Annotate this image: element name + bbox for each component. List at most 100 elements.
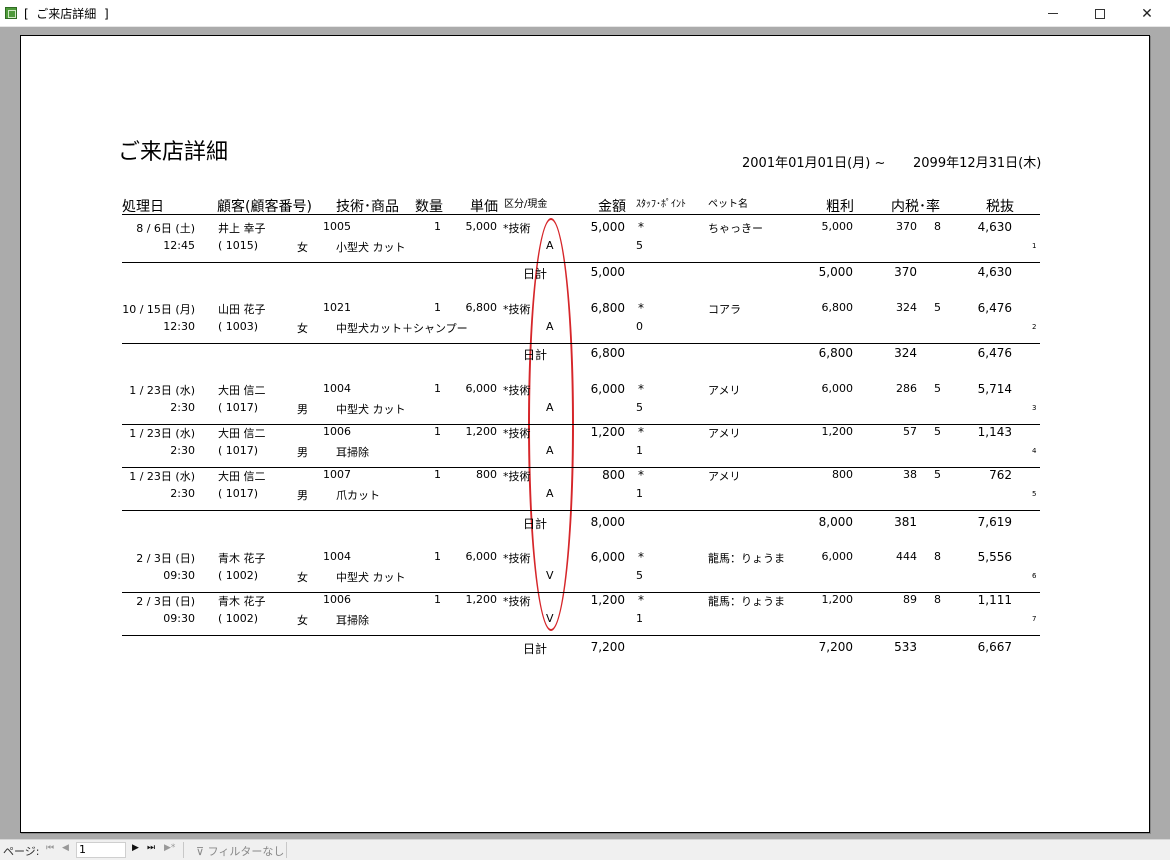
daily-total-tax: 370: [894, 265, 917, 279]
header-qty: 数量: [415, 199, 443, 215]
amount: 1,200: [590, 425, 625, 439]
record-date: 1 / 23日 (水): [129, 470, 195, 483]
item-name: 爪カット: [336, 489, 380, 502]
daily-total-amount: 7,200: [590, 640, 625, 654]
tax-rate: 5: [934, 425, 941, 438]
daily-total-gross: 8,000: [818, 515, 853, 529]
window-title: [ ご来店詳細 ]: [24, 7, 109, 21]
gross-profit: 6,800: [821, 301, 854, 314]
maximize-icon: [1095, 8, 1105, 19]
unit-price: 6,000: [465, 550, 498, 563]
customer-number: ( 1002): [218, 612, 259, 625]
record-date: 2 / 3日 (日): [136, 595, 195, 608]
customer-number: ( 1017): [218, 401, 259, 414]
new-record-icon[interactable]: ▶*: [164, 843, 175, 853]
customer-gender: 女: [297, 241, 308, 254]
last-page-icon[interactable]: ⏭: [147, 843, 155, 853]
net-amount: 5,714: [977, 382, 1012, 396]
unit-price: 1,200: [465, 593, 498, 606]
quantity: 1: [434, 550, 441, 563]
minimize-button[interactable]: [1030, 0, 1076, 27]
customer-gender: 男: [297, 489, 308, 502]
tax-rate: 8: [934, 593, 941, 606]
prev-page-icon[interactable]: ◀: [62, 843, 69, 853]
header-date: 処理日: [122, 199, 164, 215]
daily-total-tax: 533: [894, 640, 917, 654]
header-tax-rate: 内税･率: [891, 199, 940, 215]
quantity: 1: [434, 593, 441, 606]
tax-amount: 286: [896, 382, 917, 395]
customer-number: ( 1015): [218, 239, 259, 252]
item-code: 1004: [323, 382, 351, 395]
report-page: ご来店詳細 2001年01月01日(月) ~ 2099年12月31日(木) 処理…: [20, 35, 1150, 833]
tax-rate: 5: [934, 301, 941, 314]
daily-total-gross: 5,000: [818, 265, 853, 279]
tax-rate: 8: [934, 550, 941, 563]
staff-mark: *: [638, 382, 644, 396]
daily-total-label: 日計: [523, 348, 548, 362]
daily-total-tax: 324: [894, 346, 917, 360]
customer-number: ( 1017): [218, 444, 259, 457]
record-time: 2:30: [170, 401, 195, 414]
customer-number: ( 1017): [218, 487, 259, 500]
period-end: 2099年12月31日(木): [913, 156, 1042, 171]
daily-total-label: 日計: [523, 267, 548, 281]
tax-amount: 324: [896, 301, 917, 314]
separator: [183, 842, 184, 858]
page-label: ページ:: [3, 845, 40, 858]
daily-total-label: 日計: [523, 642, 548, 656]
category: *技術: [503, 303, 531, 316]
customer-name: 青木 花子: [218, 595, 266, 608]
tax-amount: 57: [903, 425, 917, 438]
cash-code: A: [546, 239, 554, 252]
daily-total-net: 7,619: [977, 515, 1012, 529]
cash-code: A: [546, 487, 554, 500]
tax-amount: 89: [903, 593, 917, 606]
daily-total-label: 日計: [523, 517, 548, 531]
record-time: 2:30: [170, 444, 195, 457]
minimize-icon: [1048, 13, 1058, 14]
first-page-icon[interactable]: ⏮: [46, 843, 54, 853]
record-date: 1 / 23日 (水): [129, 384, 195, 397]
item-name: 小型犬 カット: [336, 241, 406, 254]
gross-profit: 1,200: [821, 425, 854, 438]
row-number: 2: [1032, 323, 1037, 331]
header-amount: 金額: [598, 199, 626, 215]
customer-name: 大田 信二: [218, 384, 266, 397]
page-number-input[interactable]: 1: [76, 842, 126, 858]
report-viewer[interactable]: ご来店詳細 2001年01月01日(月) ~ 2099年12月31日(木) 処理…: [0, 28, 1170, 839]
daily-total-amount: 8,000: [590, 515, 625, 529]
daily-total-gross: 7,200: [818, 640, 853, 654]
tax-rate: 8: [934, 220, 941, 233]
staff-mark: *: [638, 593, 644, 607]
daily-total-amount: 5,000: [590, 265, 625, 279]
customer-gender: 男: [297, 446, 308, 459]
gross-profit: 6,000: [821, 382, 854, 395]
record-time: 2:30: [170, 487, 195, 500]
access-report-icon: [5, 7, 17, 19]
staff-point: 1: [636, 487, 643, 500]
record-time: 09:30: [163, 612, 195, 625]
header-customer: 顧客(顧客番号): [217, 199, 312, 215]
row-number: 5: [1032, 490, 1037, 498]
filter-status[interactable]: ⊽ フィルターなし: [196, 843, 284, 859]
item-name: 中型犬 カット: [336, 403, 406, 416]
tax-amount: 38: [903, 468, 917, 481]
daily-total-gross: 6,800: [818, 346, 853, 360]
next-page-icon[interactable]: ▶: [132, 843, 139, 853]
period-start: 2001年01月01日(月) ~: [742, 156, 886, 171]
staff-mark: *: [638, 550, 644, 564]
row-number: 1: [1032, 242, 1037, 250]
maximize-button[interactable]: [1077, 0, 1123, 27]
quantity: 1: [434, 220, 441, 233]
quantity: 1: [434, 425, 441, 438]
item-name: 中型犬カット＋シャンプー: [336, 322, 468, 335]
close-button[interactable]: ✕: [1124, 0, 1170, 27]
net-amount: 1,143: [977, 425, 1012, 439]
pet-name: コアラ: [708, 303, 741, 316]
row-rule: [122, 262, 1040, 263]
customer-gender: 男: [297, 403, 308, 416]
net-amount: 4,630: [977, 220, 1012, 234]
amount: 5,000: [590, 220, 625, 234]
item-code: 1006: [323, 593, 351, 606]
